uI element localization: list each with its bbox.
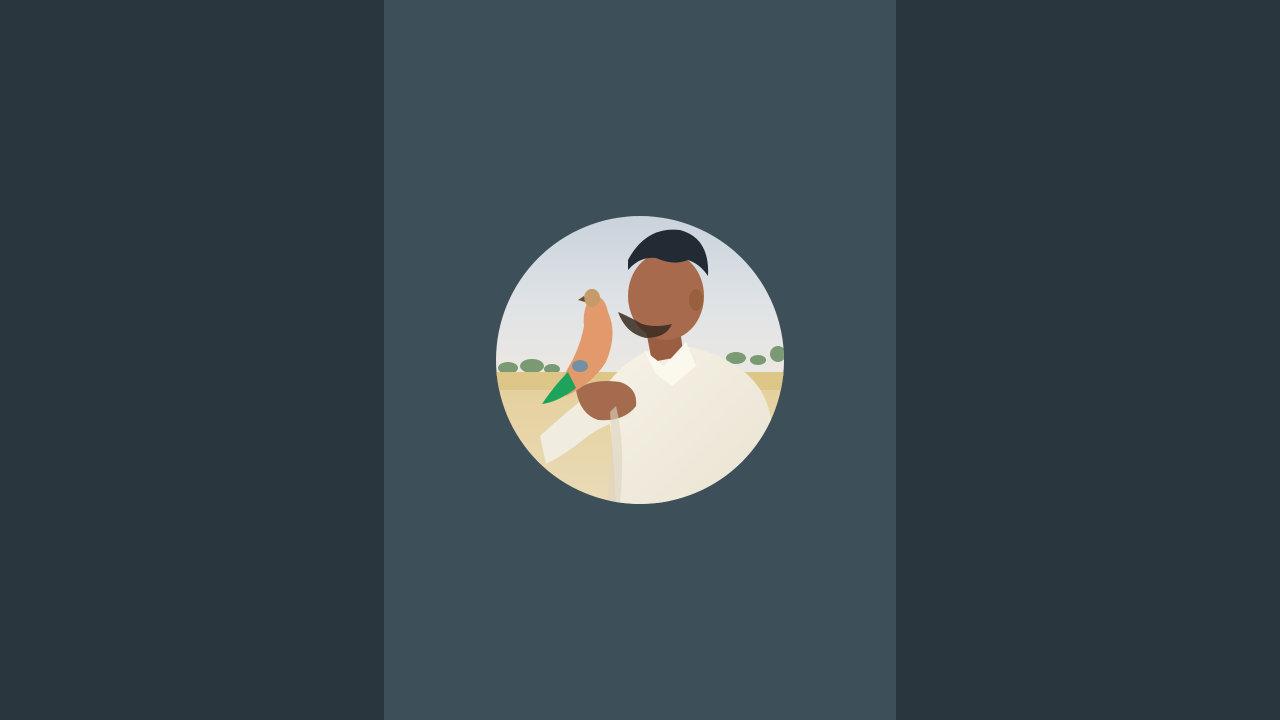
video-player-stage — [0, 0, 1280, 720]
avatar-image — [496, 216, 784, 504]
channel-avatar — [496, 216, 784, 504]
